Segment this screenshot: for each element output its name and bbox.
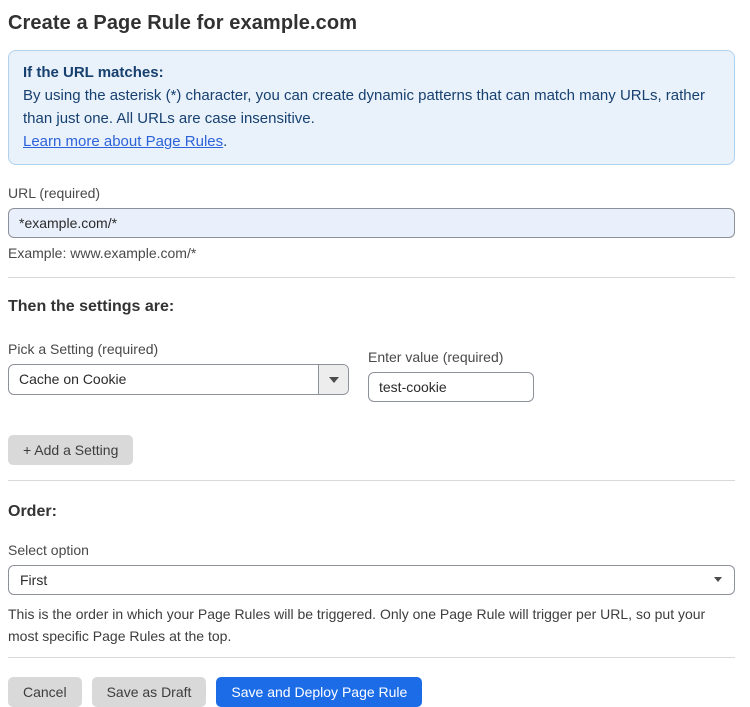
divider	[8, 657, 735, 658]
add-setting-button[interactable]: + Add a Setting	[8, 435, 134, 465]
save-and-deploy-button[interactable]: Save and Deploy Page Rule	[216, 677, 423, 707]
chevron-down-icon	[328, 376, 339, 383]
order-select[interactable]: First	[8, 565, 735, 595]
link-period: .	[223, 133, 228, 150]
url-match-info-box: If the URL matches: By using the asteris…	[8, 50, 735, 165]
divider	[8, 277, 735, 278]
order-select-label: Select option	[8, 542, 89, 558]
order-select-value: First	[20, 572, 48, 588]
url-field-label: URL (required)	[8, 185, 101, 201]
url-field-group: URL (required) Example: www.example.com/…	[8, 185, 735, 261]
settings-section-heading: Then the settings are:	[8, 298, 175, 315]
setting-picker-group: Pick a Setting (required) Cache on Cooki…	[8, 341, 349, 395]
setting-picker-dropdown[interactable]: Cache on Cookie	[8, 364, 349, 395]
form-actions: Cancel Save as Draft Save and Deploy Pag…	[8, 677, 735, 707]
setting-picker-arrow-button[interactable]	[318, 365, 348, 394]
divider	[8, 480, 735, 481]
page-title: Create a Page Rule for example.com	[8, 12, 358, 34]
save-as-draft-button[interactable]: Save as Draft	[91, 677, 207, 707]
setting-value-label: Enter value (required)	[368, 349, 504, 365]
setting-value-input[interactable]	[368, 372, 534, 402]
cancel-button[interactable]: Cancel	[8, 677, 82, 707]
url-input[interactable]	[8, 208, 735, 238]
setting-row: Pick a Setting (required) Cache on Cooki…	[8, 341, 735, 402]
order-section-heading: Order:	[8, 503, 57, 520]
info-box-link-line: Learn more about Page Rules.	[23, 130, 720, 153]
setting-picker-value: Cache on Cookie	[19, 371, 127, 387]
info-box-body: By using the asterisk (*) character, you…	[23, 87, 705, 127]
url-example-helper: Example: www.example.com/*	[8, 245, 197, 261]
setting-value-group: Enter value (required)	[368, 349, 534, 402]
page-rule-form: Create a Page Rule for example.com If th…	[0, 0, 750, 707]
chevron-down-icon	[714, 577, 722, 582]
learn-more-link[interactable]: Learn more about Page Rules	[23, 133, 223, 150]
setting-picker-label: Pick a Setting (required)	[8, 341, 159, 357]
order-helper-text: This is the order in which your Page Rul…	[8, 606, 706, 644]
info-box-heading: If the URL matches:	[23, 64, 164, 81]
